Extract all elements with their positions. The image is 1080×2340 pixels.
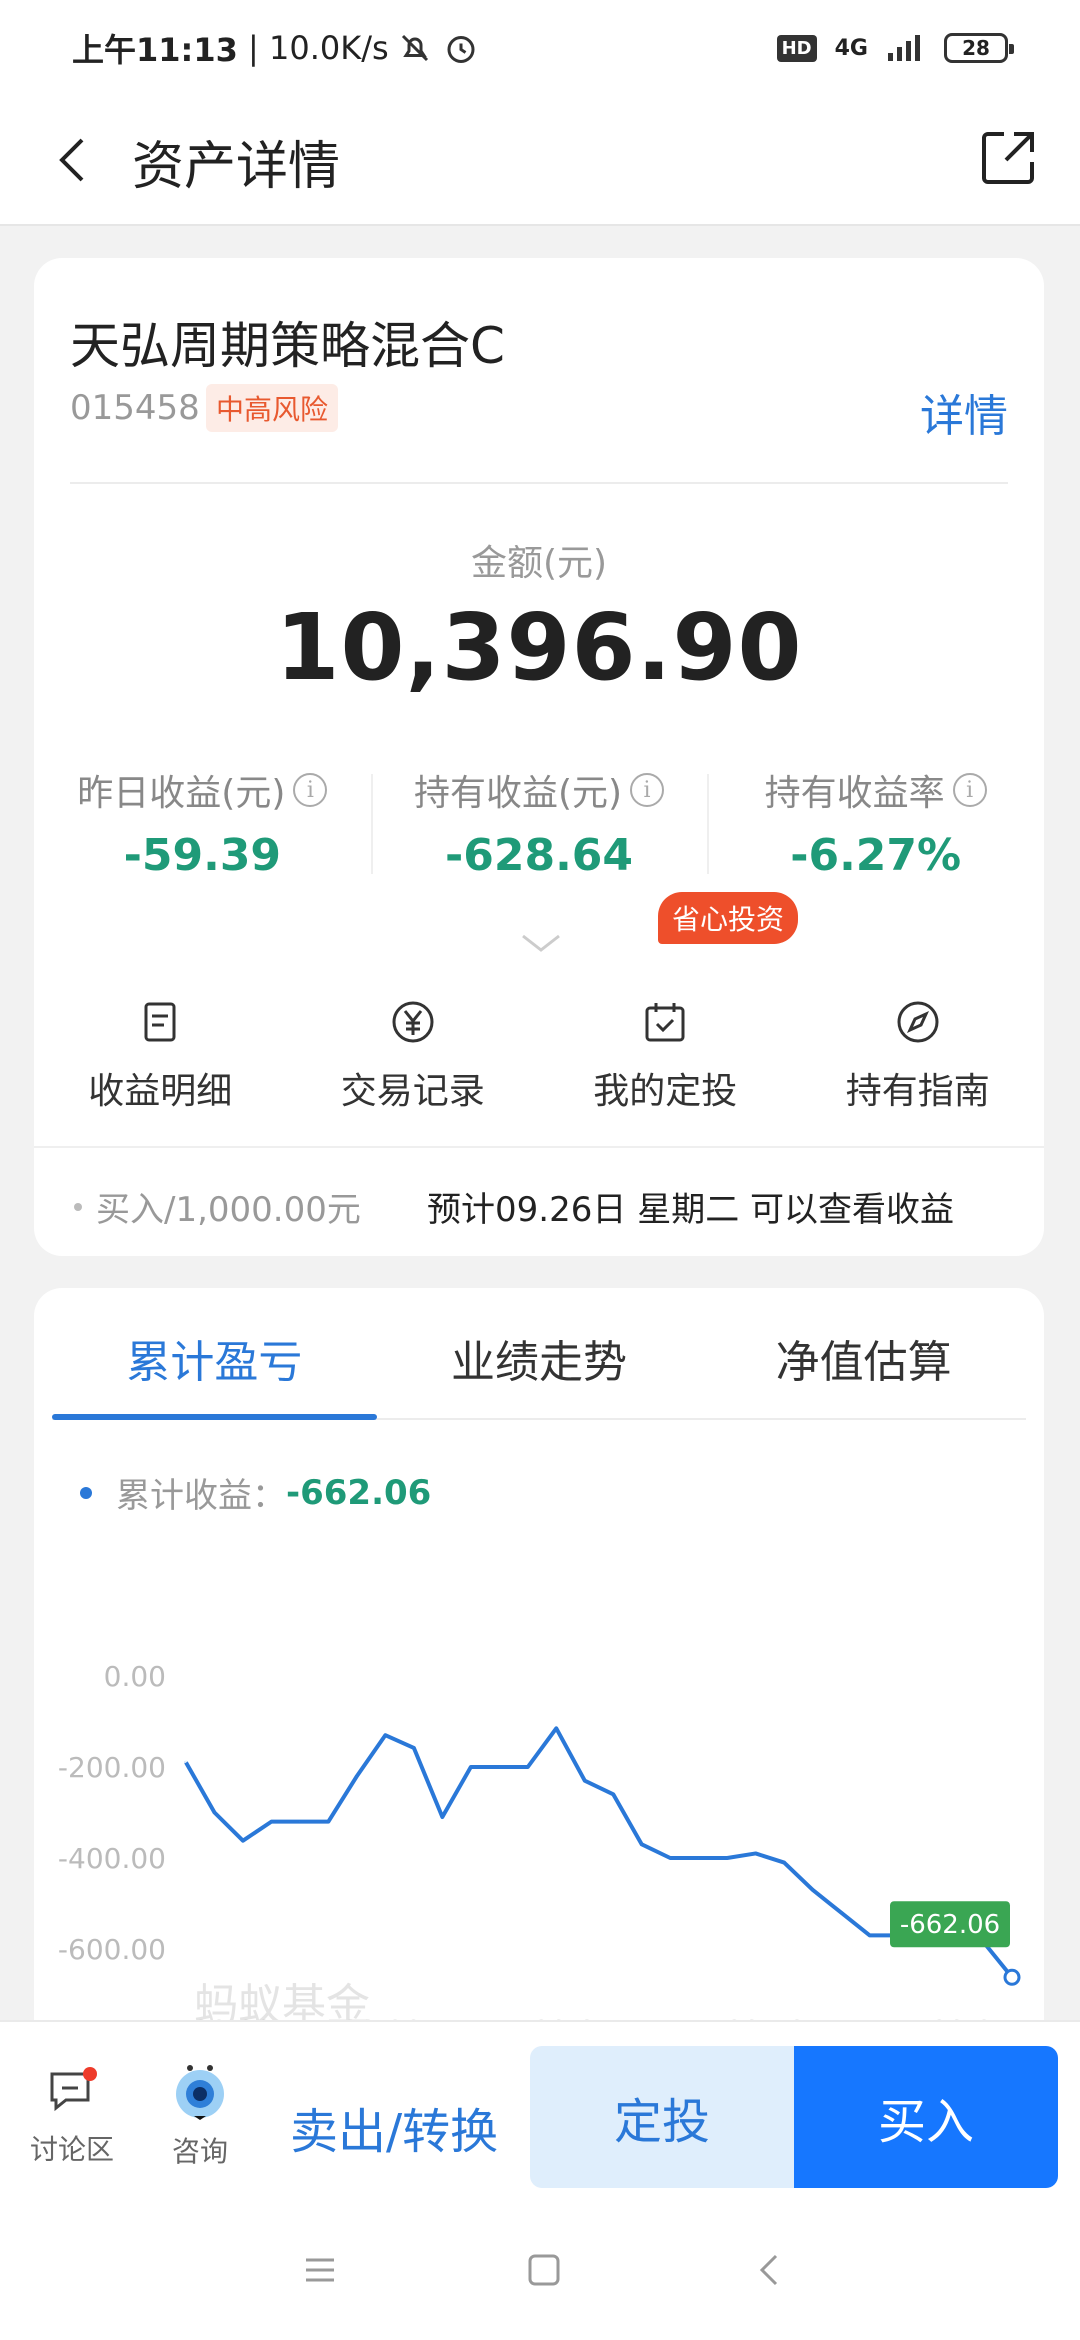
- data-point: [1003, 1968, 1021, 1986]
- y-tick-label: 0.00: [104, 1660, 166, 1693]
- system-nav-bar: [0, 2210, 1080, 2340]
- stat-holding-rate: 持有收益率 i -6.27%: [707, 764, 1044, 884]
- stat-value: -628.64: [444, 830, 634, 881]
- sell-convert-button[interactable]: 卖出/转换: [290, 2092, 498, 2162]
- action-holding-guide[interactable]: 持有指南: [792, 988, 1045, 1128]
- tab-cumulative-pnl[interactable]: 累计盈亏: [52, 1288, 377, 1420]
- fund-summary-card: 天弘周期策略混合C 015458 中高风险 详情 金额(元) 10,396.90…: [34, 258, 1044, 1256]
- info-icon[interactable]: i: [630, 773, 665, 807]
- divider: [34, 1146, 1044, 1148]
- menu-icon[interactable]: [302, 2252, 338, 2288]
- calendar-check-icon: [645, 1003, 685, 1042]
- page-title: 资产详情: [132, 137, 341, 197]
- back-icon[interactable]: [752, 2252, 788, 2288]
- tab-nav-estimate[interactable]: 净值估算: [701, 1288, 1026, 1418]
- chart-card: 累计盈亏 业绩走势 净值估算 累计收益： -662.06 0.00 -200.00…: [34, 1288, 1044, 2048]
- divider: [70, 482, 1008, 484]
- action-label: 持有指南: [845, 1071, 990, 1112]
- chat-bubble-icon: [50, 2067, 97, 2112]
- info-icon[interactable]: i: [952, 773, 987, 807]
- consult-button[interactable]: 咨询: [152, 2062, 248, 2170]
- network-type: 4G: [834, 35, 868, 61]
- discussion-label: 讨论区: [29, 2133, 114, 2166]
- stat-label: 昨日收益(元): [77, 773, 286, 814]
- consult-label: 咨询: [171, 2135, 228, 2168]
- pending-buy-text: 买入/1,000.00元: [96, 1190, 361, 1230]
- amount-label: 金额(元): [470, 543, 608, 584]
- buy-button[interactable]: 买入: [794, 2046, 1058, 2188]
- fund-detail-link[interactable]: 详情: [920, 380, 1008, 444]
- y-tick-label: -400.00: [58, 1842, 166, 1875]
- series-line: [184, 1726, 1014, 1979]
- yen-icon: [392, 1001, 434, 1043]
- chart-tabs: 累计盈亏 业绩走势 净值估算: [52, 1288, 1026, 1420]
- risk-badge: 中高风险: [206, 384, 339, 432]
- promo-badge: 省心投资: [658, 892, 799, 944]
- cumulative-profit-label: 累计收益：: [116, 1476, 286, 1516]
- pending-buy-note: 买入/1,000.00元: [74, 1182, 361, 1231]
- fund-name: 天弘周期策略混合C: [70, 317, 505, 375]
- action-label: 我的定投: [593, 1071, 738, 1112]
- app-header: 资产详情: [0, 96, 1080, 226]
- network-speed: 10.0K/s: [269, 29, 389, 67]
- action-my-dingtou[interactable]: 我的定投: [539, 988, 792, 1128]
- bell-muted-icon: [401, 34, 428, 62]
- status-time: 上午11:13: [72, 31, 238, 69]
- bottom-action-bar: 讨论区 咨询 卖出/转换 定投 买入: [0, 2020, 1080, 2210]
- bullet-dot: [74, 1202, 82, 1211]
- action-profit-detail[interactable]: 收益明细: [34, 988, 287, 1128]
- stat-holding-profit: 持有收益(元) i -628.64: [370, 764, 708, 884]
- stat-yesterday: 昨日收益(元) i -59.39: [34, 764, 371, 884]
- last-value-label: -662.06: [900, 1910, 1000, 1940]
- hd-icon: HD: [776, 34, 817, 62]
- cumulative-profit-value: -662.06: [286, 1472, 432, 1513]
- action-label: 交易记录: [340, 1071, 485, 1112]
- stat-label: 持有收益(元): [413, 773, 623, 814]
- action-row: 收益明细 交易记录 我的定投 持有指南: [34, 988, 1044, 1128]
- signal-icon: [888, 35, 920, 61]
- amount-value: 10,396.90: [275, 594, 803, 701]
- status-bar: 上午11:13 | 10.0K/s HD 4G 28: [0, 0, 1080, 96]
- stat-value: -6.27%: [790, 830, 962, 881]
- chevron-down-icon[interactable]: [519, 928, 563, 958]
- status-separator: |: [237, 29, 269, 67]
- home-icon[interactable]: [526, 2252, 562, 2288]
- assistant-avatar-icon: [176, 2065, 224, 2120]
- back-arrow-icon[interactable]: [44, 130, 104, 190]
- dingtou-button[interactable]: 定投: [530, 2046, 794, 2188]
- cumulative-pnl-chart[interactable]: 0.00-200.00-400.00-600.00-800.00蚂蚁基金08-2…: [34, 1548, 1044, 2048]
- share-icon[interactable]: [976, 126, 1040, 190]
- profit-estimate-text: 预计09.26日 星期二 可以查看收益: [427, 1190, 954, 1230]
- stat-label: 持有收益率: [764, 773, 945, 814]
- legend-dot: [80, 1486, 92, 1499]
- document-icon: [144, 1002, 176, 1042]
- stat-value: -59.39: [123, 830, 282, 881]
- tab-performance-trend[interactable]: 业绩走势: [377, 1288, 702, 1418]
- y-tick-label: -600.00: [58, 1933, 166, 1966]
- fund-code: 015458: [70, 388, 200, 428]
- compass-icon: [897, 1001, 939, 1043]
- cumulative-profit-legend: 累计收益： -662.06: [80, 1468, 431, 1517]
- y-tick-label: -200.00: [58, 1751, 166, 1784]
- battery-icon: 28: [944, 33, 1014, 63]
- action-trade-records[interactable]: 交易记录: [287, 988, 540, 1128]
- action-label: 收益明细: [88, 1071, 233, 1112]
- stats-row: 昨日收益(元) i -59.39 持有收益(元) i -628.64 持有收益率 i …: [34, 764, 1044, 884]
- info-icon[interactable]: i: [293, 773, 328, 807]
- alarm-icon: [447, 36, 475, 63]
- discussion-button[interactable]: 讨论区: [24, 2064, 120, 2168]
